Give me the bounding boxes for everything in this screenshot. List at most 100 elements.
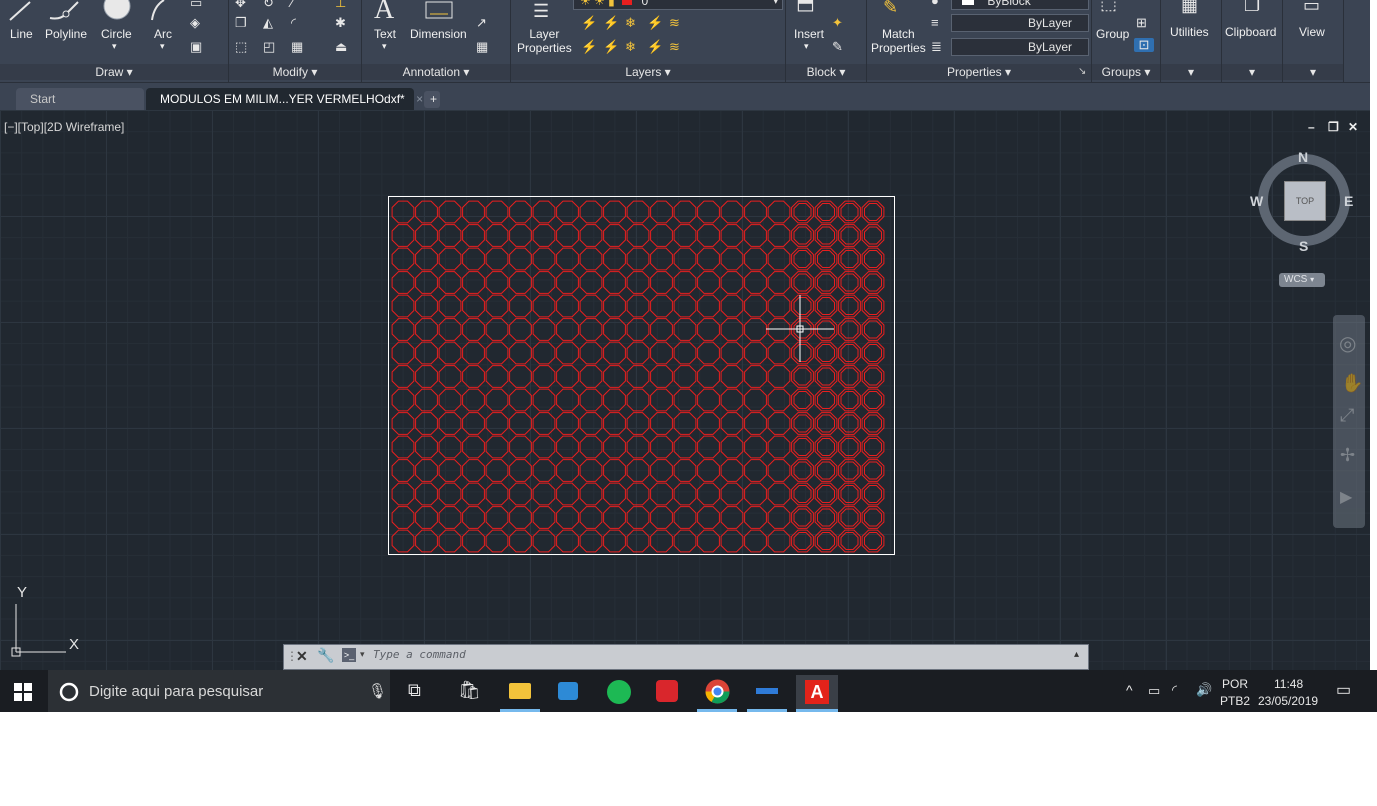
module-octagon[interactable] [485,247,509,271]
module-octagon[interactable] [650,318,673,341]
module-octagon[interactable] [791,506,814,529]
layer-lock-icon[interactable]: ⚡ [647,16,663,30]
module-octagon[interactable] [814,506,838,529]
group-select-icon[interactable]: ⊡ [1134,38,1154,52]
close-tab-icon[interactable]: × [416,92,423,106]
module-octagon[interactable] [838,341,861,365]
module-octagon-inner[interactable] [840,273,859,292]
module-octagon[interactable] [532,247,556,271]
module-octagon[interactable] [438,365,462,388]
layer-isolate-icon[interactable]: ⚡ [603,16,619,30]
module-octagon-inner[interactable] [793,485,812,503]
module-octagon[interactable] [673,271,697,294]
module-octagon[interactable] [415,247,438,271]
module-octagon[interactable] [838,529,861,553]
module-octagon[interactable] [697,271,720,294]
module-octagon[interactable] [861,459,885,482]
region-icon[interactable]: ▣ [190,40,206,54]
module-octagon[interactable] [838,200,861,224]
module-octagon[interactable] [861,412,885,435]
module-octagon-inner[interactable] [864,367,882,386]
array-icon[interactable]: ▦ [291,40,307,54]
windows-start-icon[interactable] [14,683,32,701]
module-octagon[interactable] [485,294,509,318]
block-panel-label[interactable]: Block ▾ [786,64,866,80]
module-octagon[interactable] [744,388,767,412]
module-octagon[interactable] [532,365,556,388]
module-octagon[interactable] [556,435,579,459]
module-octagon[interactable] [579,529,603,553]
module-octagon-inner[interactable] [817,203,835,221]
move-icon[interactable]: ✥ [235,0,251,10]
module-octagon[interactable] [509,365,532,388]
module-octagon[interactable] [415,388,438,412]
module-octagon[interactable] [744,247,767,271]
module-octagon[interactable] [650,506,673,529]
module-octagon[interactable] [579,365,603,388]
module-octagon[interactable] [650,459,673,482]
layer-thaw-icon[interactable]: ❄ [625,40,641,54]
module-octagon[interactable] [650,435,673,459]
module-octagon[interactable] [462,341,485,365]
module-octagon[interactable] [462,247,485,271]
module-octagon[interactable] [791,482,814,506]
pan-icon[interactable]: ✋ [1341,373,1363,394]
compass-south[interactable]: S [1299,238,1308,254]
text-dropdown-icon[interactable]: ▾ [382,39,387,53]
module-octagon[interactable] [603,435,626,459]
module-octagon[interactable] [720,482,744,506]
module-octagon[interactable] [626,247,650,271]
module-octagon[interactable] [415,412,438,435]
module-octagon-inner[interactable] [817,344,835,362]
module-octagon[interactable] [861,341,885,365]
module-octagon[interactable] [720,459,744,482]
module-octagon[interactable] [579,459,603,482]
module-octagon[interactable] [673,412,697,435]
module-octagon-inner[interactable] [793,367,812,386]
viewcube-face-top[interactable]: TOP [1284,181,1326,221]
module-octagon-inner[interactable] [864,344,882,362]
module-octagon[interactable] [744,200,767,224]
module-octagon[interactable] [556,482,579,506]
match-properties-tool[interactable]: Match Properties [871,27,926,55]
layer-freeze-icon[interactable]: ❄ [625,16,641,30]
module-octagon[interactable] [438,435,462,459]
module-octagon[interactable] [697,341,720,365]
module-octagon[interactable] [509,506,532,529]
module-octagon-inner[interactable] [864,226,882,245]
module-octagon[interactable] [767,341,791,365]
module-octagon[interactable] [791,341,814,365]
module-octagon[interactable] [626,388,650,412]
module-octagon[interactable] [744,341,767,365]
module-octagon[interactable] [697,224,720,247]
module-octagon[interactable] [673,247,697,271]
module-octagon[interactable] [744,224,767,247]
module-octagon[interactable] [509,482,532,506]
module-octagon[interactable] [626,435,650,459]
module-octagon[interactable] [579,271,603,294]
module-octagon[interactable] [838,459,861,482]
module-octagon[interactable] [861,482,885,506]
module-octagon[interactable] [814,365,838,388]
module-octagon-inner[interactable] [817,438,835,456]
module-octagon[interactable] [438,294,462,318]
module-octagon[interactable] [556,388,579,412]
module-octagon[interactable] [697,318,720,341]
action-center-icon[interactable]: ▭ [1336,680,1351,700]
module-octagon[interactable] [532,224,556,247]
module-octagon[interactable] [462,459,485,482]
line-icon[interactable] [8,0,36,22]
module-octagon[interactable] [415,459,438,482]
module-octagon[interactable] [673,482,697,506]
module-octagon-inner[interactable] [840,344,859,362]
module-octagon[interactable] [791,529,814,553]
module-octagon-inner[interactable] [840,297,859,315]
command-close-icon[interactable]: ✕ [296,648,308,665]
module-octagon-inner[interactable] [817,414,835,433]
command-recent-icon[interactable]: ▾ [360,649,365,660]
module-octagon-inner[interactable] [864,203,882,221]
lineweight-dropdown[interactable]: ByLayer [951,38,1089,56]
module-octagon[interactable] [556,412,579,435]
circle-dropdown-icon[interactable]: ▾ [112,39,117,53]
module-octagon[interactable] [532,506,556,529]
